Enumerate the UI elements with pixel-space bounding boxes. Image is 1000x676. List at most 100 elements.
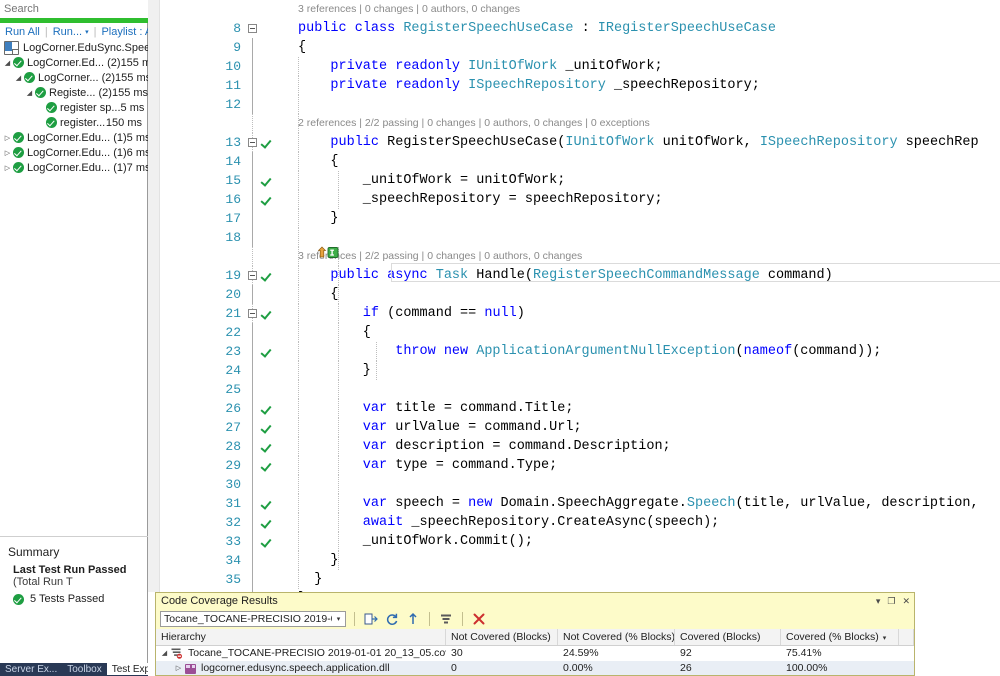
code-text[interactable]: private readonly IUnitOfWork _unitOfWork…	[298, 57, 663, 76]
editor-line[interactable]: 18	[148, 228, 1000, 247]
code-text[interactable]: public RegisterSpeechUseCase(IUnitOfWork…	[298, 133, 979, 152]
coverage-hierarchy-cell[interactable]: ◢Tocane_TOCANE-PRECISIO 2019-01-01 20_13…	[156, 646, 446, 661]
coverage-column-header[interactable]: Not Covered (Blocks)	[446, 629, 558, 645]
code-text[interactable]: _unitOfWork = unitOfWork;	[298, 171, 565, 190]
coverage-column-header[interactable]: Covered (Blocks)	[675, 629, 781, 645]
test-tree-row[interactable]: ◢LogCorner... (2)155 ms	[0, 70, 148, 85]
coverage-column-header[interactable]: Not Covered (% Blocks)	[558, 629, 675, 645]
editor-line[interactable]: 23 throw new ApplicationArgumentNullExce…	[148, 342, 1000, 361]
code-text[interactable]: {	[298, 38, 306, 57]
delete-icon[interactable]	[471, 611, 487, 627]
code-coverage-passed-icon[interactable]	[262, 404, 272, 413]
editor-line[interactable]: 22 {	[148, 323, 1000, 342]
editor-line[interactable]: 10 private readonly IUnitOfWork _unitOfW…	[148, 57, 1000, 76]
code-text[interactable]: if (command == null)	[298, 304, 525, 323]
editor-line[interactable]: 15 _unitOfWork = unitOfWork;	[148, 171, 1000, 190]
test-tree-row[interactable]: register sp...5 ms	[0, 100, 148, 115]
code-coverage-passed-icon[interactable]	[262, 423, 272, 432]
editor-line[interactable]: 13 public RegisterSpeechUseCase(IUnitOfW…	[148, 133, 1000, 152]
code-text[interactable]: _unitOfWork.Commit();	[298, 532, 533, 551]
editor-line[interactable]: 28 var description = command.Description…	[148, 437, 1000, 456]
code-coverage-passed-icon[interactable]	[262, 537, 272, 546]
code-text[interactable]: private readonly ISpeechRepository _spee…	[298, 76, 760, 95]
editor-line[interactable]: 17 }	[148, 209, 1000, 228]
expander-icon[interactable]: ◢	[24, 89, 35, 97]
import-results-icon[interactable]	[405, 611, 421, 627]
chevron-down-icon[interactable]: ▾	[85, 28, 89, 36]
code-coverage-passed-icon[interactable]	[262, 271, 272, 280]
code-coverage-passed-icon[interactable]	[262, 442, 272, 451]
code-text[interactable]: var urlValue = command.Url;	[298, 418, 582, 437]
code-text[interactable]: }	[298, 551, 339, 570]
expander-icon[interactable]: ▷	[2, 149, 13, 157]
code-text[interactable]: var type = command.Type;	[298, 456, 557, 475]
code-coverage-passed-icon[interactable]	[262, 195, 272, 204]
search-input[interactable]	[0, 0, 148, 18]
panel-dropdown-icon[interactable]: ▾	[876, 597, 881, 606]
expander-icon[interactable]: ▷	[2, 134, 13, 142]
panel-close-icon[interactable]: ✕	[902, 597, 910, 606]
editor-line[interactable]: 34 }	[148, 551, 1000, 570]
editor-line[interactable]: 26 var title = command.Title;	[148, 399, 1000, 418]
code-text[interactable]: }	[298, 570, 322, 589]
code-coverage-passed-icon[interactable]	[262, 518, 272, 527]
show-blocks-icon[interactable]	[438, 611, 454, 627]
code-coverage-passed-icon[interactable]	[262, 347, 272, 356]
coverage-row[interactable]: ◢Tocane_TOCANE-PRECISIO 2019-01-01 20_13…	[156, 646, 914, 661]
expander-icon[interactable]: ◢	[158, 646, 171, 661]
editor-line[interactable]: 32 await _speechRepository.CreateAsync(s…	[148, 513, 1000, 532]
editor-line[interactable]: 29 var type = command.Type;	[148, 456, 1000, 475]
code-coverage-passed-icon[interactable]	[262, 138, 272, 147]
code-editor[interactable]: 3 references | 0 changes | 0 authors, 0 …	[148, 0, 1000, 592]
editor-line[interactable]: 8public class RegisterSpeechUseCase : IR…	[148, 19, 1000, 38]
code-text[interactable]: var description = command.Description;	[298, 437, 671, 456]
code-coverage-passed-icon[interactable]	[262, 309, 272, 318]
fold-collapse-icon[interactable]	[248, 271, 257, 280]
editor-line[interactable]: 20 {	[148, 285, 1000, 304]
test-tree[interactable]: ◢LogCorner.Ed... (2)155 ms◢LogCorner... …	[0, 55, 148, 175]
editor-line[interactable]: 16 _speechRepository = speechRepository;	[148, 190, 1000, 209]
editor-line[interactable]: 11 private readonly ISpeechRepository _s…	[148, 76, 1000, 95]
code-text[interactable]: {	[298, 152, 339, 171]
codelens-text[interactable]: 3 references | 0 changes | 0 authors, 0 …	[298, 0, 520, 19]
coverage-column-header[interactable]: Hierarchy	[156, 629, 446, 645]
editor-line[interactable]: 31 var speech = new Domain.SpeechAggrega…	[148, 494, 1000, 513]
test-tree-row[interactable]: ◢LogCorner.Ed... (2)155 ms	[0, 55, 148, 70]
export-results-icon[interactable]	[363, 611, 379, 627]
code-text[interactable]: }	[298, 209, 339, 228]
run-dropdown-button[interactable]: Run...	[53, 26, 82, 38]
code-coverage-passed-icon[interactable]	[262, 176, 272, 185]
code-coverage-passed-icon[interactable]	[262, 499, 272, 508]
code-text[interactable]: {	[298, 285, 339, 304]
coverage-grid-body[interactable]: ◢Tocane_TOCANE-PRECISIO 2019-01-01 20_13…	[156, 646, 914, 675]
editor-text-area[interactable]: 3 references | 0 changes | 0 authors, 0 …	[148, 0, 1000, 592]
coverage-grid-header[interactable]: HierarchyNot Covered (Blocks)Not Covered…	[156, 629, 914, 646]
code-text[interactable]: var speech = new Domain.SpeechAggregate.…	[298, 494, 979, 513]
coverage-column-header[interactable]: Covered (% Blocks)▾	[781, 629, 899, 645]
tool-window-tab[interactable]: Toolbox	[62, 663, 106, 675]
chevron-down-icon[interactable]: ▾	[332, 615, 345, 623]
code-text[interactable]: await _speechRepository.CreateAsync(spee…	[298, 513, 719, 532]
tool-window-tabs[interactable]: Server Ex...ToolboxTest Expl	[0, 663, 148, 676]
codelens-text[interactable]: 2 references | 2/2 passing | 0 changes |…	[298, 114, 650, 133]
panel-float-icon[interactable]: ❐	[887, 597, 895, 606]
expander-icon[interactable]: ▷	[172, 661, 185, 675]
code-text[interactable]: throw new ApplicationArgumentNullExcepti…	[298, 342, 881, 361]
code-text[interactable]: _speechRepository = speechRepository;	[298, 190, 663, 209]
coverage-grid[interactable]: HierarchyNot Covered (Blocks)Not Covered…	[156, 629, 914, 675]
code-text[interactable]: var title = command.Title;	[298, 399, 573, 418]
code-text[interactable]: }	[298, 361, 371, 380]
expander-icon[interactable]: ◢	[2, 59, 13, 67]
fold-collapse-icon[interactable]	[248, 138, 257, 147]
test-tree-row[interactable]: ▷LogCorner.Edu... (1)5 ms	[0, 130, 148, 145]
test-group-header[interactable]: LogCorner.EduSync.Speech.Dor	[0, 40, 148, 55]
coverage-hierarchy-cell[interactable]: ▷logcorner.edusync.speech.application.dl…	[156, 661, 446, 675]
code-coverage-passed-icon[interactable]	[262, 461, 272, 470]
implements-interface-icon[interactable]	[318, 246, 340, 259]
editor-line[interactable]: 35 }	[148, 570, 1000, 589]
playlist-button[interactable]: Playlist : All	[101, 26, 148, 38]
fold-collapse-icon[interactable]	[248, 24, 257, 33]
tool-window-tab[interactable]: Server Ex...	[0, 663, 62, 675]
editor-line[interactable]: 24 }	[148, 361, 1000, 380]
test-tree-row[interactable]: register...150 ms	[0, 115, 148, 130]
